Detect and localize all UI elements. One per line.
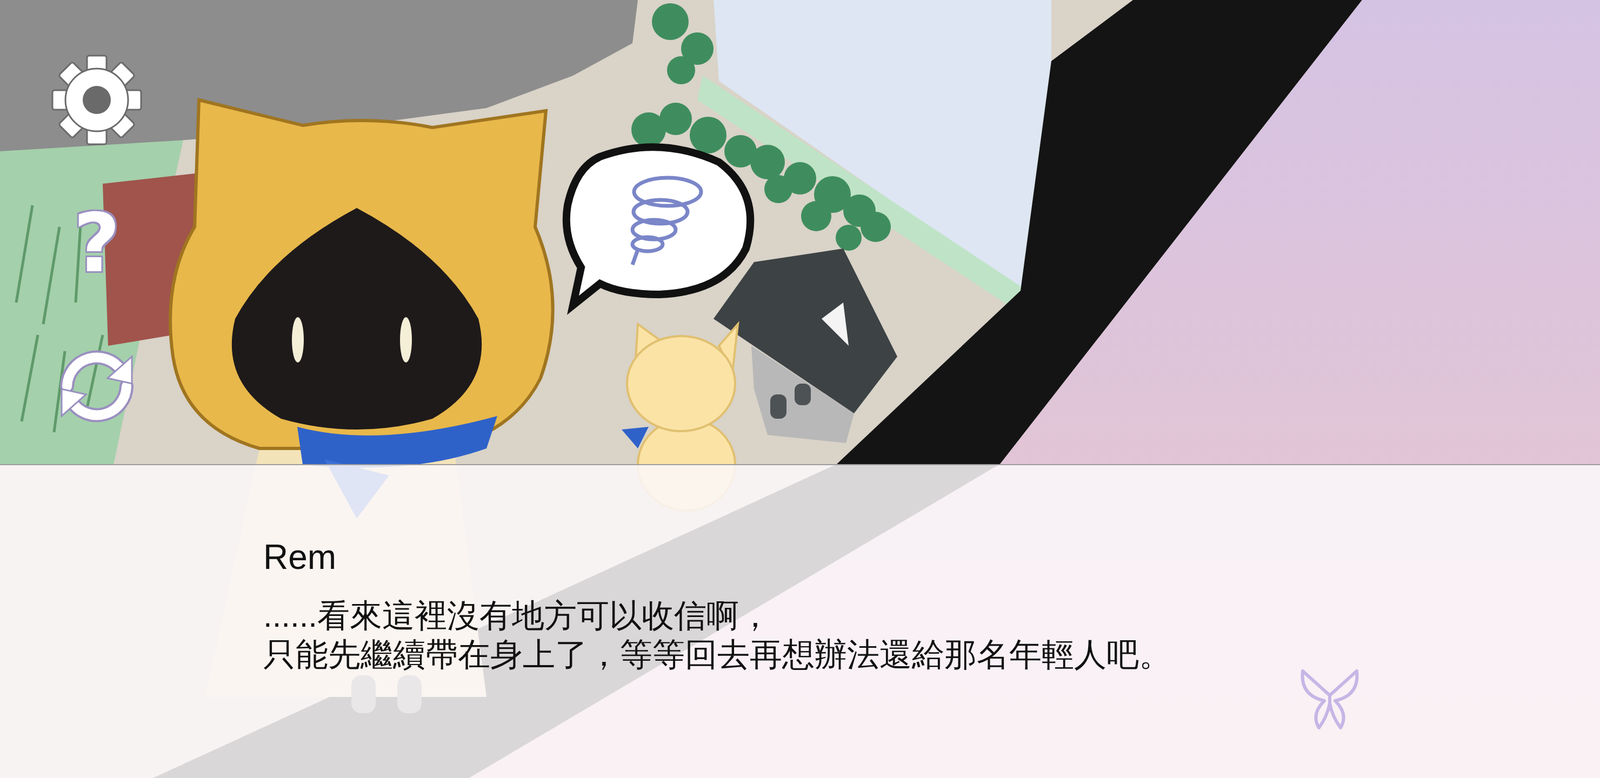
gear-icon — [50, 54, 143, 146]
butterfly-icon — [1294, 663, 1365, 734]
speech-bubble — [566, 147, 751, 306]
help-button[interactable]: ? — [50, 197, 143, 290]
side-menu: ? — [50, 54, 143, 433]
dialog-box[interactable]: Rem ......看來這裡沒有地方可以收信啊，只能先繼續帶在身上了，等等回去再想… — [0, 464, 1600, 778]
dialog-text: ......看來這裡沒有地方可以收信啊，只能先繼續帶在身上了，等等回去再想辦法還… — [263, 596, 1579, 675]
refresh-icon — [50, 340, 143, 433]
help-icon: ? — [72, 202, 120, 284]
water — [713, 0, 1052, 291]
dialog-line: ......看來這裡沒有地方可以收信啊， — [263, 596, 1579, 636]
game-screen: ? Rem ......看來這裡沒有地方可以收信啊，只能先繼續帶在身上了，等等回去再… — [0, 0, 1600, 778]
spiral-icon — [632, 177, 702, 265]
ground — [0, 0, 1600, 778]
restart-button[interactable] — [50, 340, 143, 433]
house — [713, 248, 898, 444]
settings-button[interactable] — [50, 54, 143, 146]
dialog-line: 只能先繼續帶在身上了，等等回去再想辦法還給那名年輕人吧。 — [263, 635, 1579, 675]
speaker-name: Rem — [263, 536, 1579, 578]
